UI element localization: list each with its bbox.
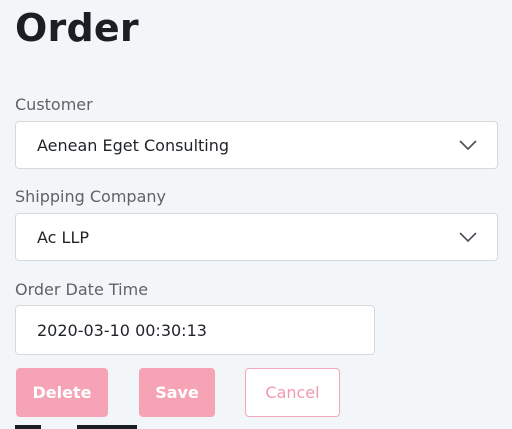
- customer-select-value: Aenean Eget Consulting: [37, 136, 230, 155]
- save-button[interactable]: Save: [139, 368, 215, 417]
- next-section-heading-edge: [15, 423, 175, 429]
- chevron-down-icon: [459, 232, 477, 243]
- chevron-down-icon: [459, 140, 477, 151]
- customer-label: Customer: [15, 95, 93, 114]
- shipping-company-select-value: Ac LLP: [37, 228, 90, 247]
- shipping-company-label: Shipping Company: [15, 187, 166, 206]
- page-title: Order: [15, 6, 139, 50]
- shipping-company-select[interactable]: Ac LLP: [15, 213, 498, 261]
- order-date-time-label: Order Date Time: [15, 280, 149, 299]
- customer-select[interactable]: Aenean Eget Consulting: [15, 121, 498, 169]
- order-date-time-input[interactable]: [15, 305, 375, 355]
- cancel-button[interactable]: Cancel: [245, 368, 340, 417]
- delete-button[interactable]: Delete: [16, 368, 108, 417]
